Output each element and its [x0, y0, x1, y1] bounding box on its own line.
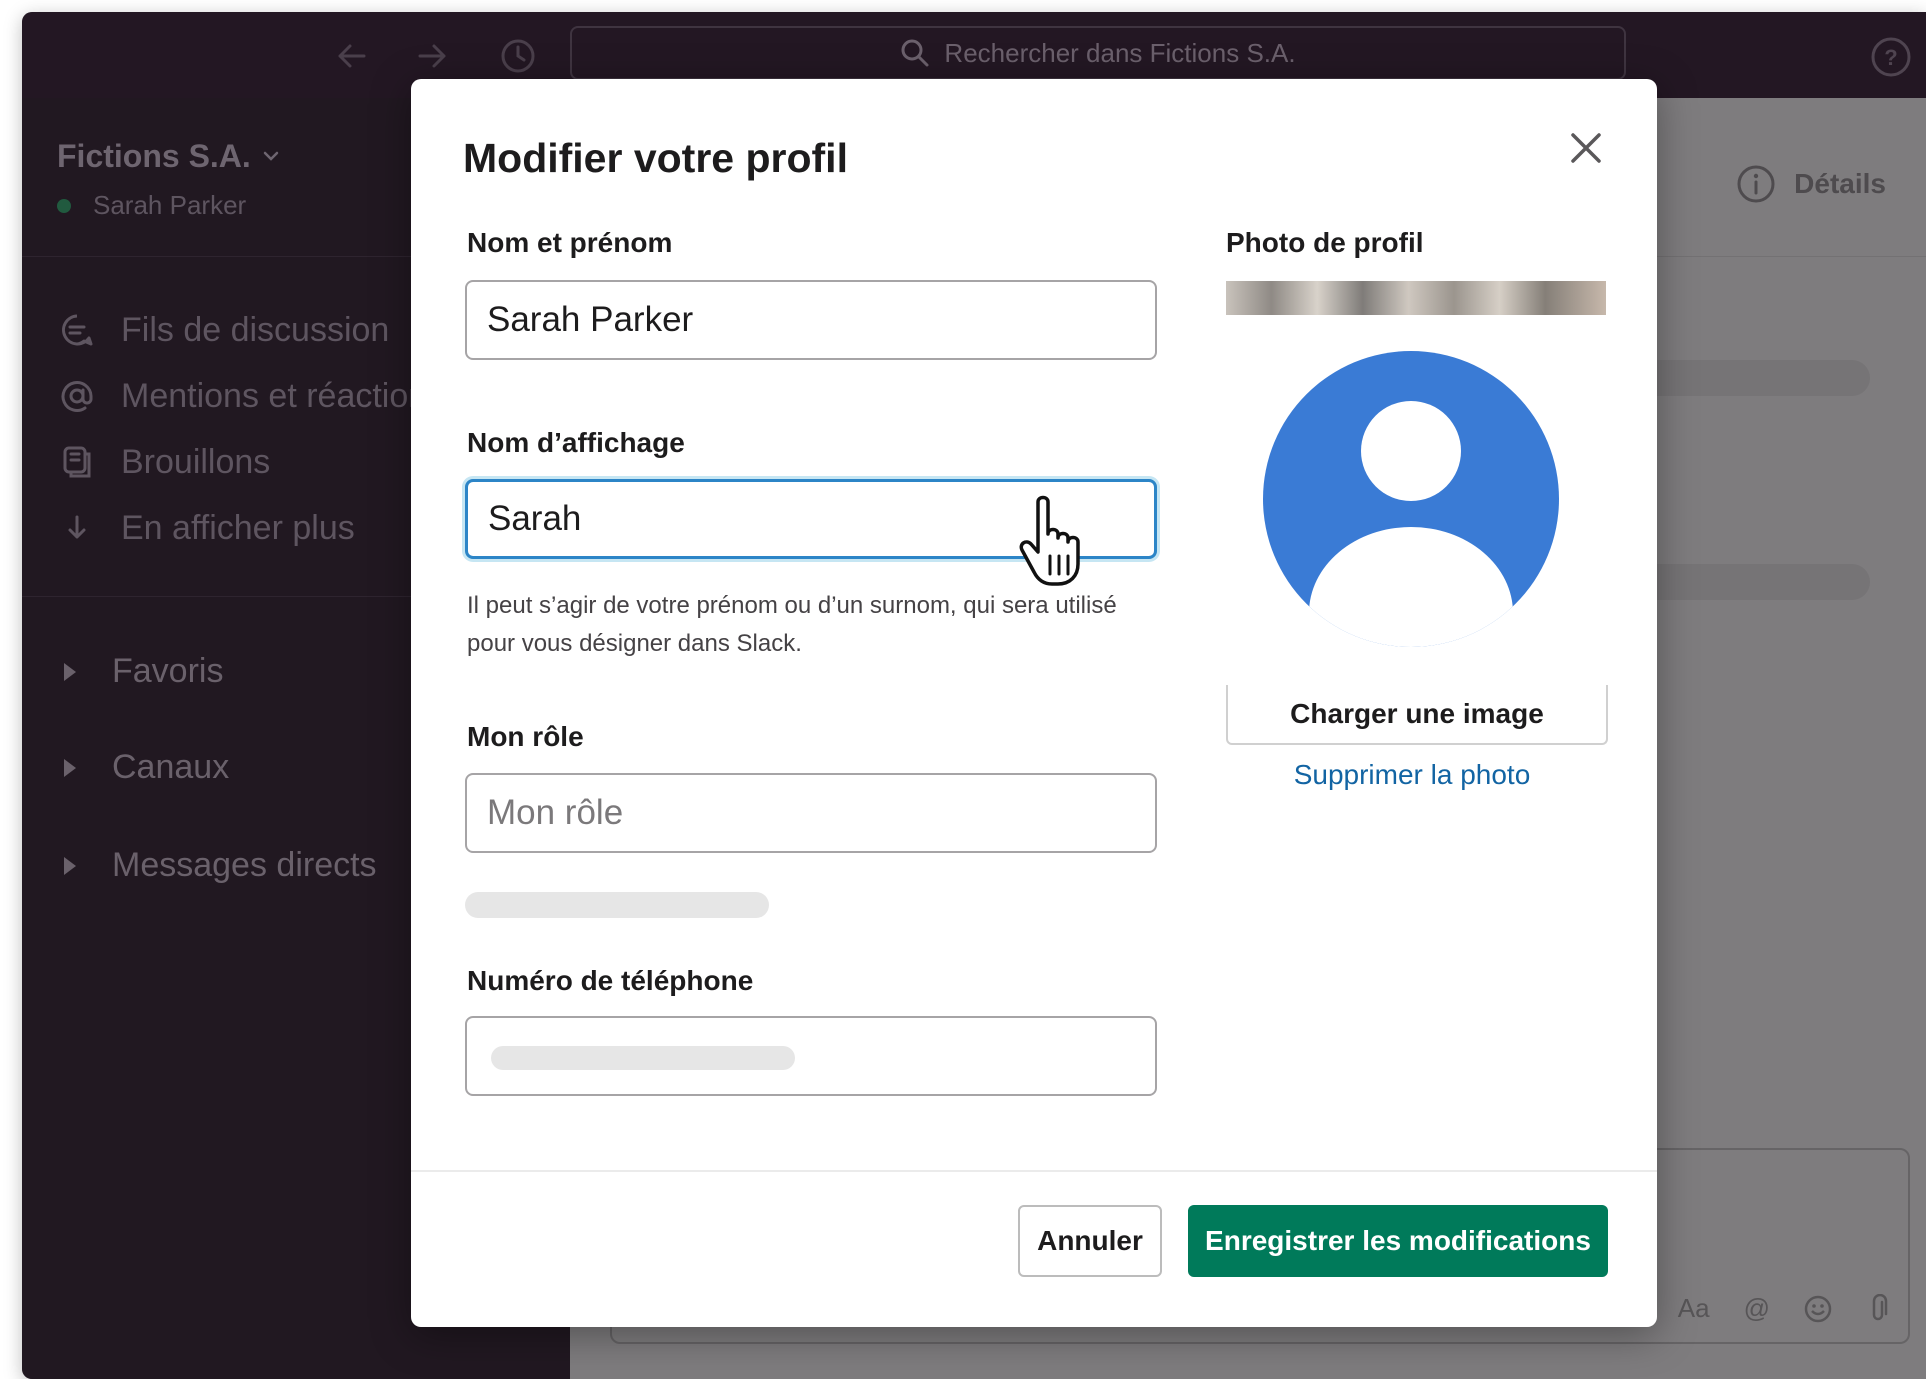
edit-profile-modal: Modifier votre profil Nom et prénom Nom … — [411, 79, 1657, 1327]
sidebar-item-threads[interactable]: Fils de discussion — [57, 310, 389, 350]
mention-icon[interactable]: @ — [1744, 1293, 1770, 1324]
save-changes-button[interactable]: Enregistrer les modifications — [1188, 1205, 1608, 1277]
sidebar-item-label: Fils de discussion — [121, 310, 390, 349]
sidebar-section-label: Messages directs — [112, 846, 377, 884]
display-name-hint: Il peut s’agir de votre prénom ou d’un s… — [467, 592, 1117, 657]
threads-icon — [57, 310, 97, 350]
sidebar-section-label: Favoris — [112, 652, 224, 690]
sidebar-item-label: Mentions et réactions — [121, 376, 445, 415]
emoji-icon[interactable] — [1804, 1295, 1832, 1323]
search-icon — [901, 39, 929, 67]
forward-arrow-icon[interactable] — [412, 36, 452, 76]
details-label: Détails — [1794, 168, 1886, 199]
help-icon[interactable]: ? — [1870, 36, 1912, 78]
remove-photo-link[interactable]: Supprimer la photo — [1226, 759, 1598, 791]
details-button[interactable]: Détails — [1736, 164, 1886, 204]
phone-label: Numéro de téléphone — [467, 965, 754, 996]
profile-photo-banner — [1226, 281, 1606, 315]
presence-dot-icon — [57, 198, 71, 213]
mention-icon — [57, 376, 97, 416]
current-user-name: Sarah Parker — [93, 190, 247, 220]
full-name-input[interactable] — [465, 280, 1157, 360]
sidebar-item-label: En afficher plus — [121, 508, 355, 547]
search-placeholder: Rechercher dans Fictions S.A. — [944, 37, 1296, 68]
search-bar[interactable]: Rechercher dans Fictions S.A. — [570, 26, 1626, 80]
sidebar-section-channels[interactable]: Canaux — [64, 748, 229, 787]
sidebar-section-label: Canaux — [112, 748, 230, 786]
svg-text:?: ? — [1884, 45, 1897, 70]
caret-right-icon — [64, 758, 76, 777]
sidebar-item-drafts[interactable]: Brouillons — [57, 442, 270, 482]
info-icon — [1737, 165, 1775, 203]
sidebar-section-direct-messages[interactable]: Messages directs — [64, 846, 377, 885]
back-arrow-icon[interactable] — [332, 36, 372, 76]
modal-title: Modifier votre profil — [463, 135, 848, 181]
cancel-button[interactable]: Annuler — [1018, 1205, 1162, 1277]
placeholder-bar — [465, 892, 769, 918]
arrow-down-icon — [57, 508, 97, 548]
drafts-icon — [57, 442, 97, 482]
caret-right-icon — [64, 856, 76, 875]
footer-divider — [411, 1170, 1657, 1172]
upload-image-button[interactable]: Charger une image — [1226, 685, 1608, 745]
close-icon[interactable] — [1563, 125, 1609, 171]
role-input[interactable] — [465, 773, 1157, 853]
workspace-name[interactable]: Fictions S.A. — [57, 138, 251, 175]
chevron-down-icon[interactable] — [262, 150, 280, 162]
attach-icon[interactable] — [1866, 1293, 1890, 1324]
sidebar-item-label: Brouillons — [121, 442, 271, 481]
current-user: Sarah Parker — [57, 190, 246, 221]
format-icon[interactable]: Aa — [1678, 1293, 1710, 1324]
composer-toolbar: Aa @ — [1678, 1293, 1890, 1324]
role-label: Mon rôle — [467, 721, 584, 752]
sidebar-section-favorites[interactable]: Favoris — [64, 652, 223, 691]
profile-photo-label: Photo de profil — [1226, 227, 1424, 258]
avatar-placeholder-icon[interactable] — [1263, 351, 1559, 647]
sidebar-item-show-more[interactable]: En afficher plus — [57, 508, 355, 548]
display-name-label: Nom d’affichage — [467, 427, 685, 458]
sidebar-item-mentions[interactable]: Mentions et réactions — [57, 376, 444, 416]
phone-input[interactable] — [465, 1016, 1157, 1096]
placeholder-bar — [491, 1046, 795, 1070]
full-name-label: Nom et prénom — [467, 227, 673, 258]
caret-right-icon — [64, 662, 76, 681]
hand-pointer-cursor-icon — [1019, 495, 1080, 586]
history-icon[interactable] — [498, 36, 538, 76]
